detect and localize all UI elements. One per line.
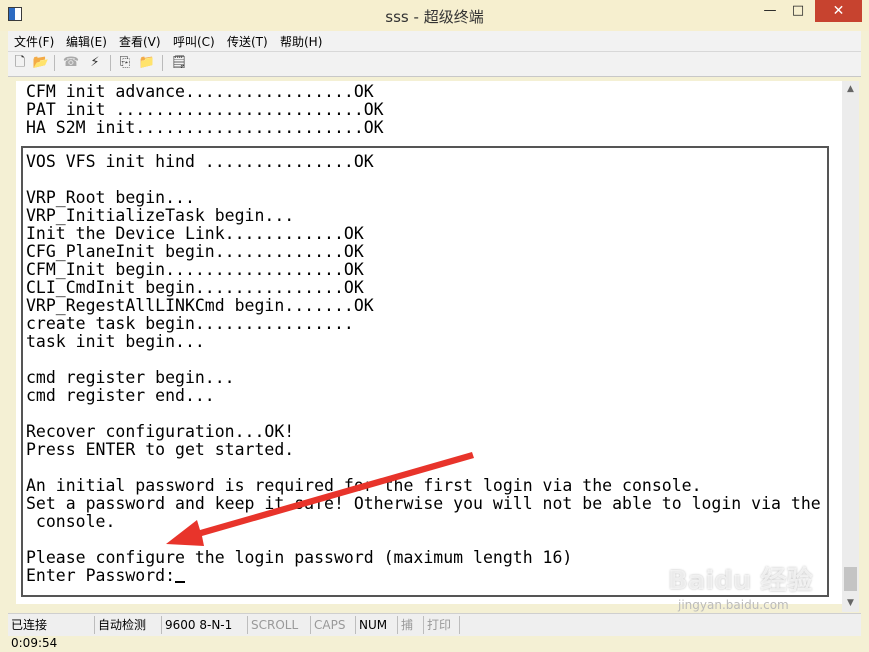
- terminal-line: cmd register begin...: [26, 368, 235, 387]
- terminal-lines: VOS VFS init hind ...............OK VRP_R…: [26, 153, 821, 585]
- toolbar-separator: [54, 55, 55, 71]
- terminal-line: Init the Device Link............OK: [26, 224, 364, 243]
- menu-view[interactable]: 查看(V): [119, 33, 161, 50]
- status-connected: 已连接 0:09:54: [8, 616, 95, 650]
- menu-call[interactable]: 呼叫(C): [173, 33, 215, 50]
- terminal-line: PAT init .........................OK: [26, 100, 384, 119]
- status-port: 9600 8-N-1: [162, 616, 248, 634]
- terminal-line: CFG_PlaneInit begin.............OK: [26, 242, 364, 261]
- receive-icon[interactable]: 📁: [138, 54, 156, 72]
- terminal-line: Press ENTER to get started.: [26, 440, 295, 459]
- vertical-scrollbar[interactable]: ▲ ▼: [842, 81, 859, 612]
- watermark-url: jingyan.baidu.com: [678, 598, 789, 612]
- window-title: sss - 超级终端: [385, 8, 484, 26]
- status-detect: 自动检测: [95, 616, 162, 634]
- terminal-line: CLI_CmdInit begin...............OK: [26, 278, 364, 297]
- status-caps: CAPS: [311, 616, 356, 634]
- properties-icon[interactable]: 🗒: [170, 54, 188, 72]
- terminal-line: VRP_InitializeTask begin...: [26, 206, 295, 225]
- disconnect-icon[interactable]: ⚡: [86, 54, 104, 72]
- status-print: 打印: [424, 616, 460, 634]
- menu-file[interactable]: 文件(F): [14, 33, 54, 50]
- terminal-line: CFM_Init begin..................OK: [26, 260, 364, 279]
- status-scroll: SCROLL: [248, 616, 311, 634]
- scroll-up-arrow-icon[interactable]: ▲: [842, 81, 859, 98]
- minimize-button[interactable]: —: [757, 0, 783, 22]
- terminal-line: VRP_RegestAllLINKCmd begin.......OK: [26, 296, 374, 315]
- terminal-area[interactable]: CFM init advance.................OK PAT i…: [16, 81, 842, 604]
- terminal-line: Recover configuration...OK!: [26, 422, 295, 441]
- scrollback-lines: CFM init advance.................OK PAT i…: [26, 83, 384, 137]
- new-document-icon[interactable]: 🗋: [11, 54, 29, 72]
- hyperterminal-window: sss - 超级终端 — □ ✕ 文件(F) 编辑(E) 查看(V) 呼叫(C)…: [0, 0, 869, 650]
- terminal-line: CFM init advance.................OK: [26, 82, 374, 101]
- terminal-line: console.: [26, 512, 116, 531]
- menu-edit[interactable]: 编辑(E): [66, 33, 107, 50]
- menu-transfer[interactable]: 传送(T): [227, 33, 268, 50]
- terminal-line: HA S2M init.......................OK: [26, 118, 384, 137]
- watermark-logo: Baidu 经验: [668, 566, 813, 596]
- toolbar-separator: [162, 55, 163, 71]
- terminal-line: cmd register end...: [26, 386, 215, 405]
- status-bar: 已连接 0:09:54 自动检测 9600 8-N-1 SCROLL CAPS …: [8, 613, 861, 650]
- terminal-screen[interactable]: VOS VFS init hind ...............OK VRP_R…: [21, 146, 829, 597]
- scroll-down-arrow-icon[interactable]: ▼: [842, 595, 859, 612]
- phone-icon[interactable]: ☎: [62, 54, 80, 72]
- status-capture: 捕: [398, 616, 424, 634]
- terminal-line: VRP_Root begin...: [26, 188, 195, 207]
- menu-bar: 文件(F) 编辑(E) 查看(V) 呼叫(C) 传送(T) 帮助(H): [8, 31, 861, 52]
- text-cursor: [175, 581, 186, 583]
- terminal-line: create task begin................: [26, 314, 354, 333]
- terminal-line: VOS VFS init hind ...............OK: [26, 152, 374, 171]
- toolbar-separator: [110, 55, 111, 71]
- title-bar: sss - 超级终端 — □ ✕: [0, 0, 869, 31]
- status-num: NUM: [356, 616, 398, 634]
- close-button[interactable]: ✕: [815, 0, 862, 22]
- send-icon[interactable]: ⎘: [116, 54, 134, 72]
- terminal-line: task init begin...: [26, 332, 205, 351]
- terminal-line: An initial password is required for the …: [26, 476, 702, 495]
- maximize-button[interactable]: □: [785, 0, 811, 22]
- toolbar: 🗋 📂 ☎ ⚡ ⎘ 📁 🗒: [8, 52, 861, 77]
- open-folder-icon[interactable]: 📂: [32, 54, 50, 72]
- menu-help[interactable]: 帮助(H): [280, 33, 322, 50]
- terminal-line: Set a password and keep it safe! Otherwi…: [26, 494, 821, 513]
- scroll-thumb[interactable]: [844, 567, 857, 591]
- terminal-scrollback: CFM init advance.................OK PAT i…: [26, 81, 836, 137]
